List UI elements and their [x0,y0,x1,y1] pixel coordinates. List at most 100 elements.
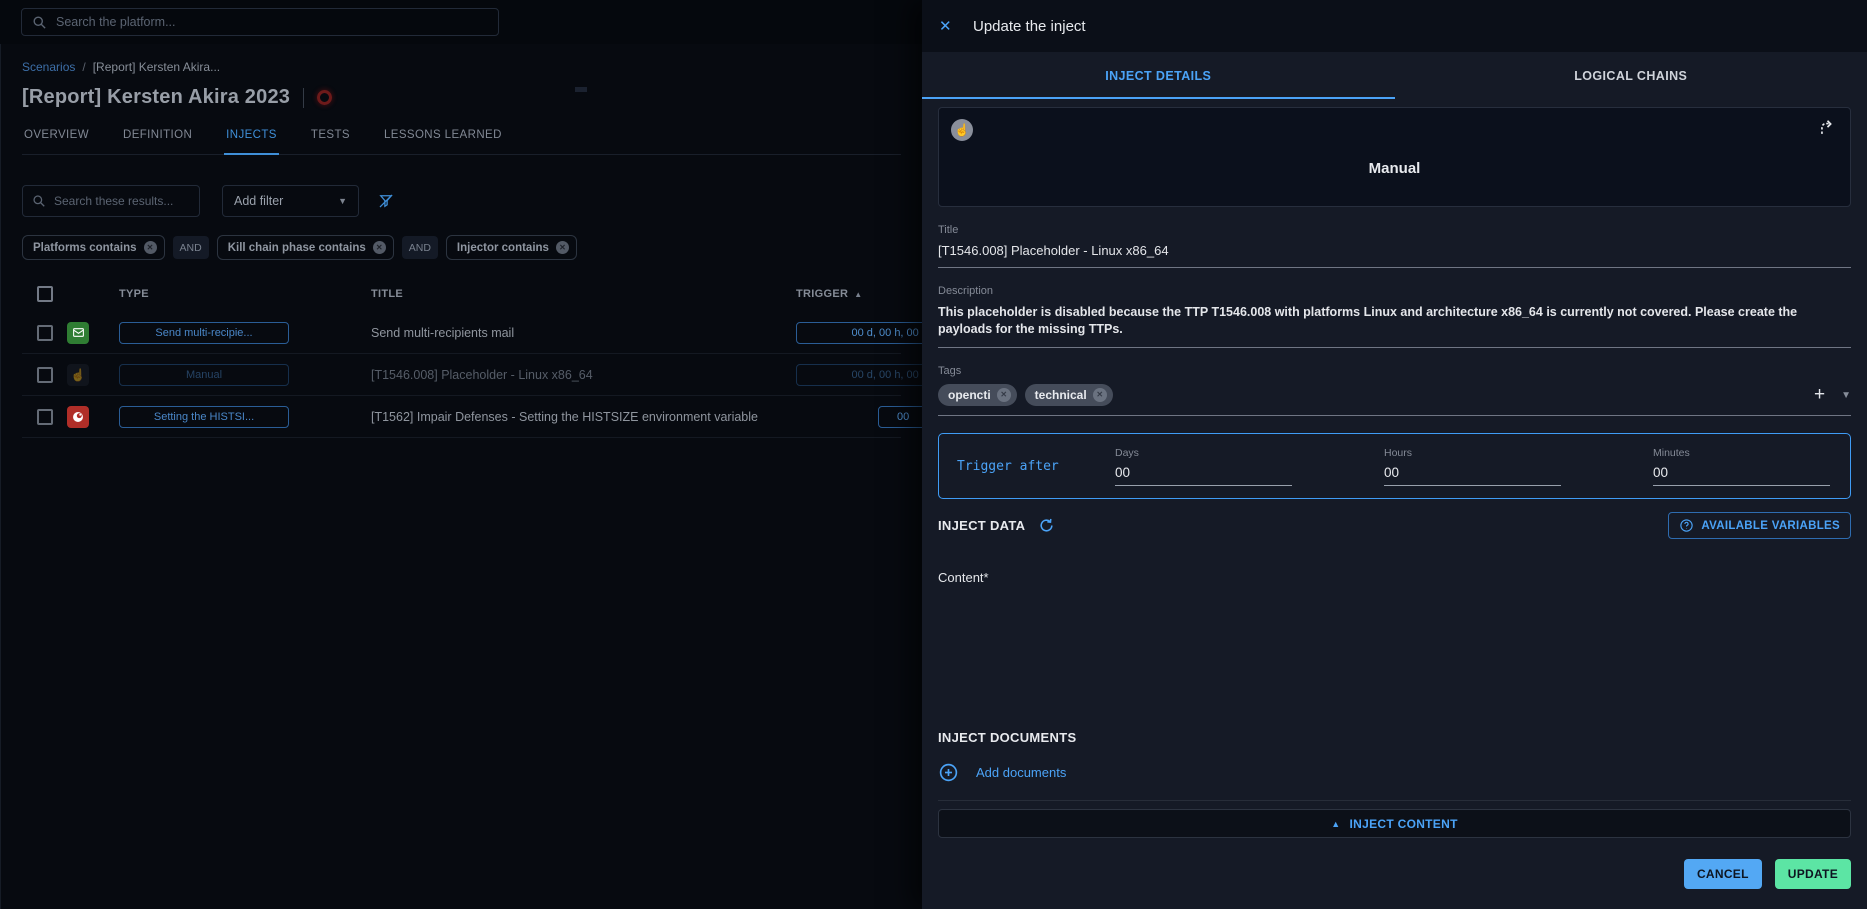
breadcrumb-separator: / [82,60,85,74]
row-checkbox[interactable] [37,409,53,425]
table-row[interactable]: Send multi-recipie... Send multi-recipie… [22,312,901,354]
available-variables-button[interactable]: AVAILABLE VARIABLES [1668,512,1851,539]
column-header-trigger-label: TRIGGER [796,288,848,300]
tag-chip-opencti[interactable]: opencti ✕ [938,384,1017,406]
inject-content-collapse-button[interactable]: ▲ INJECT CONTENT [938,809,1851,838]
inject-type-chip[interactable]: Manual [119,364,289,386]
breadcrumb-scenarios-link[interactable]: Scenarios [22,60,75,74]
drawer-header: ✕ Update the inject [922,0,1867,52]
minutes-input[interactable]: 00 [1653,465,1830,480]
top-bar [0,0,922,44]
table-row[interactable]: Setting the HISTSI... [T1562] Impair Def… [22,396,901,438]
scenario-main: Scenarios / [Report] Kersten Akira... [R… [0,44,922,909]
chevron-down-icon[interactable]: ▼ [1841,390,1851,401]
results-search[interactable] [22,185,200,217]
add-filter-select[interactable]: Add filter ▼ [222,185,359,217]
table-row[interactable]: ☝ Manual [T1546.008] Placeholder - Linux… [22,354,901,396]
breadcrumb: Scenarios / [Report] Kersten Akira... [22,60,901,74]
remove-filter-icon[interactable]: ✕ [373,241,386,254]
column-header-trigger[interactable]: TRIGGER▲ [775,288,922,300]
collapse-up-icon: ▲ [1331,819,1340,829]
inject-documents-heading: INJECT DOCUMENTS [938,730,1851,745]
tab-logical-chains[interactable]: LOGICAL CHAINS [1395,52,1867,99]
trigger-after-label: Trigger after [957,459,1115,474]
injector-name: Manual [939,160,1850,177]
injector-card: ☝ Manual [938,107,1851,207]
inject-data-row: INJECT DATA AVAILABLE VARIABLES [938,512,1851,539]
table-header: TYPE TITLE TRIGGER▲ [22,276,901,312]
select-all-checkbox[interactable] [37,286,53,302]
scenario-tabs: OVERVIEW DEFINITION INJECTS TESTS LESSON… [22,125,901,155]
remove-filter-icon[interactable]: ✕ [556,241,569,254]
add-documents-button[interactable]: Add documents [938,762,1851,783]
title-field-label: Title [938,224,1851,236]
platform-search[interactable] [21,8,499,36]
filter-operator[interactable]: AND [402,236,438,259]
filter-chip-kill-chain[interactable]: Kill chain phase contains ✕ [217,235,394,260]
close-icon[interactable]: ✕ [939,17,959,35]
input-underline [1115,485,1292,486]
filter-chip-injector[interactable]: Injector contains ✕ [446,235,577,260]
column-header-type[interactable]: TYPE [119,288,371,300]
remove-tag-icon[interactable]: ✕ [997,388,1011,402]
title-row: [Report] Kersten Akira 2023 [22,86,901,109]
content-editor-area[interactable] [938,585,1851,730]
inject-chain-icon[interactable] [1818,118,1837,137]
refresh-icon[interactable] [1038,517,1055,534]
hours-input[interactable]: 00 [1384,465,1561,480]
add-filter-label: Add filter [234,194,283,208]
update-button[interactable]: UPDATE [1775,859,1851,889]
days-input[interactable]: 00 [1115,465,1292,480]
caldera-icon [67,406,89,428]
platform-search-input[interactable] [56,15,488,29]
row-checkbox[interactable] [37,367,53,383]
remove-filter-icon[interactable]: ✕ [144,241,157,254]
update-inject-drawer: ✕ Update the inject INJECT DETAILS LOGIC… [922,0,1867,909]
trigger-chip: 00 [878,406,922,428]
content-field-label: Content* [938,570,1851,585]
tab-inject-details[interactable]: INJECT DETAILS [922,52,1395,99]
breadcrumb-current: [Report] Kersten Akira... [93,60,220,74]
cancel-button[interactable]: CANCEL [1684,859,1762,889]
help-icon [1679,518,1694,533]
tag-chip-technical[interactable]: technical ✕ [1025,384,1113,406]
description-field: Description This placeholder is disabled… [938,285,1851,348]
tag-label: opencti [948,388,991,402]
results-search-input[interactable] [54,194,190,208]
tab-lessons-learned[interactable]: LESSONS LEARNED [382,125,504,154]
row-checkbox[interactable] [37,325,53,341]
trigger-minutes: Minutes 00 [1653,447,1830,486]
tags-line: opencti ✕ technical ✕ + ▼ [938,384,1851,406]
divider [938,800,1851,801]
tab-injects[interactable]: INJECTS [224,125,279,155]
tab-overview[interactable]: OVERVIEW [22,125,91,154]
clear-filters-icon[interactable] [377,192,395,210]
chevron-down-icon: ▼ [338,196,347,206]
injects-table: TYPE TITLE TRIGGER▲ Send multi-recipie..… [22,276,901,438]
add-documents-label: Add documents [976,765,1066,780]
remove-tag-icon[interactable]: ✕ [1093,388,1107,402]
inject-type-chip[interactable]: Send multi-recipie... [119,322,289,344]
trigger-chip: 00 d, 00 h, 00 m [796,364,922,386]
hand-glyph: ☝ [71,368,86,382]
title-field-input[interactable]: [T1546.008] Placeholder - Linux x86_64 [938,243,1851,258]
minutes-label: Minutes [1653,447,1830,459]
trigger-columns: Days 00 Hours 00 Minutes 00 [1115,447,1830,486]
filter-operator[interactable]: AND [173,236,209,259]
inject-type-chip[interactable]: Setting the HISTSI... [119,406,289,428]
tag-label: technical [1035,388,1087,402]
tab-definition[interactable]: DEFINITION [121,125,194,154]
filter-chip-platforms[interactable]: Platforms contains ✕ [22,235,165,260]
description-field-input[interactable]: This placeholder is disabled because the… [938,304,1851,338]
tab-tests[interactable]: TESTS [309,125,352,154]
trigger-hours: Hours 00 [1384,447,1561,486]
tags-field-label: Tags [938,365,1851,377]
add-tag-icon[interactable]: + [1814,386,1825,404]
drawer-title: Update the inject [973,18,1086,35]
trigger-chip: 00 d, 00 h, 00 m [796,322,922,344]
inject-content-label: INJECT CONTENT [1350,817,1458,831]
plus-circle-icon [938,762,959,783]
hand-glyph: ☝ [955,123,970,137]
column-header-title[interactable]: TITLE [371,288,775,300]
description-field-label: Description [938,285,1851,297]
